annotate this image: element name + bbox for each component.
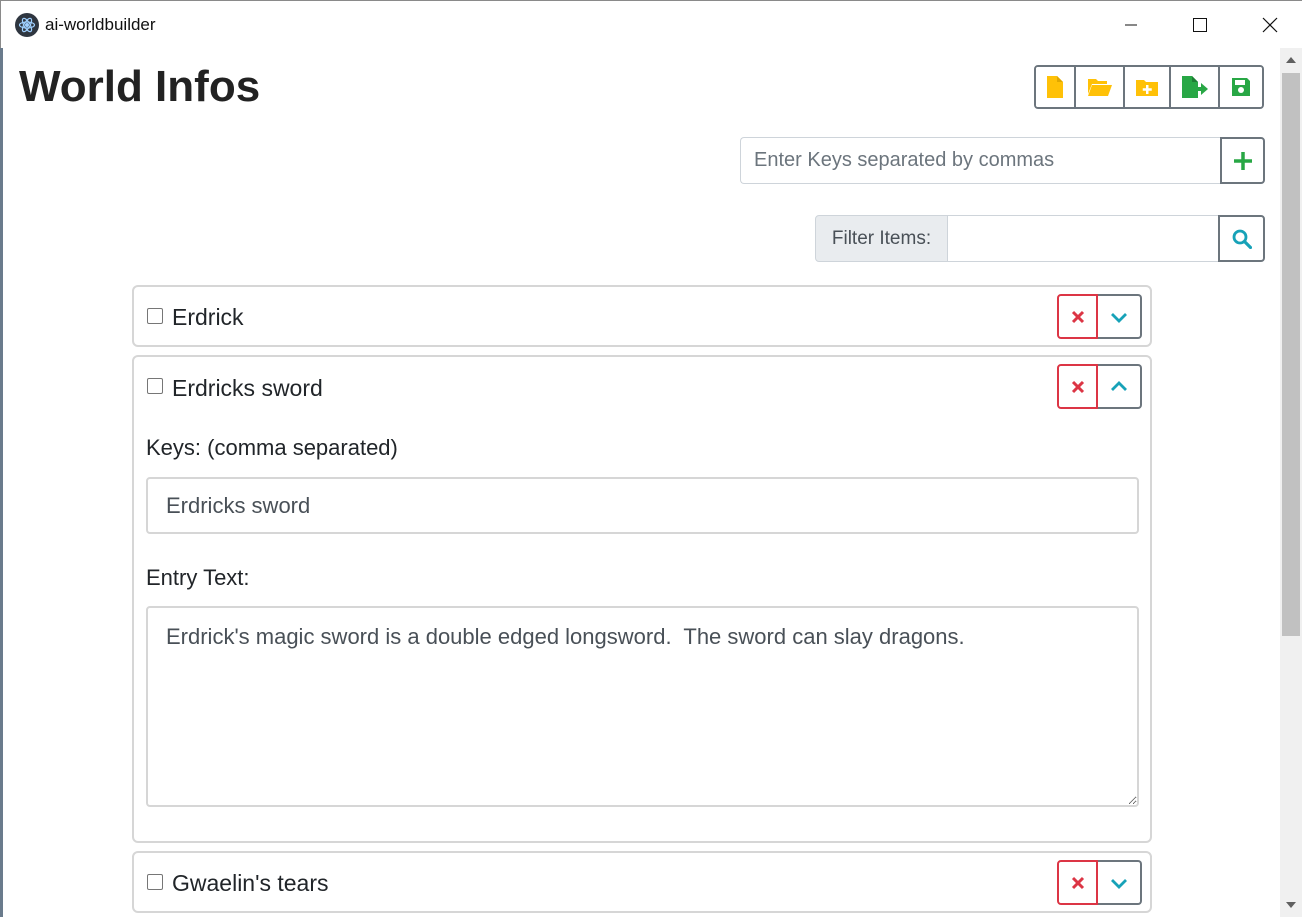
- open-folder-button[interactable]: [1076, 67, 1125, 107]
- keys-input[interactable]: [146, 477, 1139, 534]
- folder-open-icon: [1087, 79, 1112, 96]
- folder-plus-icon: [1136, 80, 1158, 96]
- new-file-button[interactable]: [1036, 67, 1076, 107]
- search-icon: [1232, 229, 1252, 249]
- entry-title: Erdricks sword: [172, 375, 323, 401]
- app-title: ai-worldbuilder: [45, 15, 156, 34]
- new-keys-input[interactable]: [740, 137, 1220, 184]
- collapse-entry-button[interactable]: [1098, 364, 1142, 409]
- close-button[interactable]: [1247, 3, 1293, 47]
- delete-entry-button[interactable]: [1057, 294, 1098, 339]
- entry-card-expanded: Erdricks sword Keys: (comma separated) E…: [132, 355, 1152, 843]
- window-titlebar: ai-worldbuilder: [0, 0, 1302, 48]
- close-icon: [1262, 17, 1278, 33]
- add-folder-button[interactable]: [1125, 67, 1171, 107]
- scroll-down-button[interactable]: [1280, 895, 1302, 915]
- expand-entry-button[interactable]: [1098, 294, 1142, 339]
- vertical-scrollbar[interactable]: [1280, 48, 1302, 917]
- x-icon: [1071, 876, 1084, 889]
- entry-text-area[interactable]: Erdrick's magic sword is a double edged …: [146, 606, 1139, 807]
- entry-actions: [1057, 294, 1142, 339]
- add-entry-group: [740, 137, 1265, 184]
- scroll-up-button[interactable]: [1280, 50, 1302, 70]
- delete-entry-button[interactable]: [1057, 364, 1098, 409]
- minimize-button[interactable]: [1108, 3, 1154, 47]
- filter-label: Filter Items:: [815, 215, 948, 262]
- scroll-thumb[interactable]: [1282, 73, 1300, 636]
- page-title: World Infos: [19, 62, 261, 111]
- export-button[interactable]: [1171, 67, 1220, 107]
- keys-label: Keys: (comma separated): [146, 435, 398, 460]
- filter-group: Filter Items:: [815, 215, 1265, 262]
- expand-entry-button[interactable]: [1098, 860, 1142, 905]
- entry-actions: [1057, 364, 1142, 409]
- entry-checkbox[interactable]: [147, 874, 163, 890]
- entry-title: Gwaelin's tears: [172, 870, 329, 896]
- filter-input[interactable]: [948, 215, 1218, 262]
- x-icon: [1071, 380, 1084, 393]
- entry-checkbox[interactable]: [147, 308, 163, 324]
- entry-title: Erdrick: [172, 304, 244, 330]
- file-toolbar: [1034, 65, 1264, 109]
- file-export-icon: [1181, 76, 1208, 98]
- arrow-up-icon: [1286, 57, 1296, 63]
- app-logo-icon: [15, 13, 39, 37]
- entry-checkbox[interactable]: [147, 378, 163, 394]
- maximize-button[interactable]: [1177, 3, 1223, 47]
- arrow-down-icon: [1286, 902, 1296, 908]
- x-icon: [1071, 310, 1084, 323]
- minimize-icon: [1125, 24, 1137, 26]
- delete-entry-button[interactable]: [1057, 860, 1098, 905]
- chevron-up-icon: [1111, 380, 1127, 391]
- save-icon: [1232, 78, 1250, 96]
- file-icon: [1047, 76, 1063, 98]
- maximize-icon: [1193, 18, 1207, 32]
- chevron-down-icon: [1111, 312, 1127, 323]
- entry-actions: [1057, 860, 1142, 905]
- search-button[interactable]: [1218, 215, 1265, 262]
- entry-text-label: Entry Text:: [146, 565, 250, 590]
- entry-card: Gwaelin's tears: [132, 851, 1152, 913]
- chevron-down-icon: [1111, 878, 1127, 889]
- save-button[interactable]: [1220, 67, 1262, 107]
- add-entry-button[interactable]: [1220, 137, 1265, 184]
- entry-card: Erdrick: [132, 285, 1152, 347]
- window-edge: [0, 48, 3, 917]
- plus-icon: [1233, 151, 1252, 170]
